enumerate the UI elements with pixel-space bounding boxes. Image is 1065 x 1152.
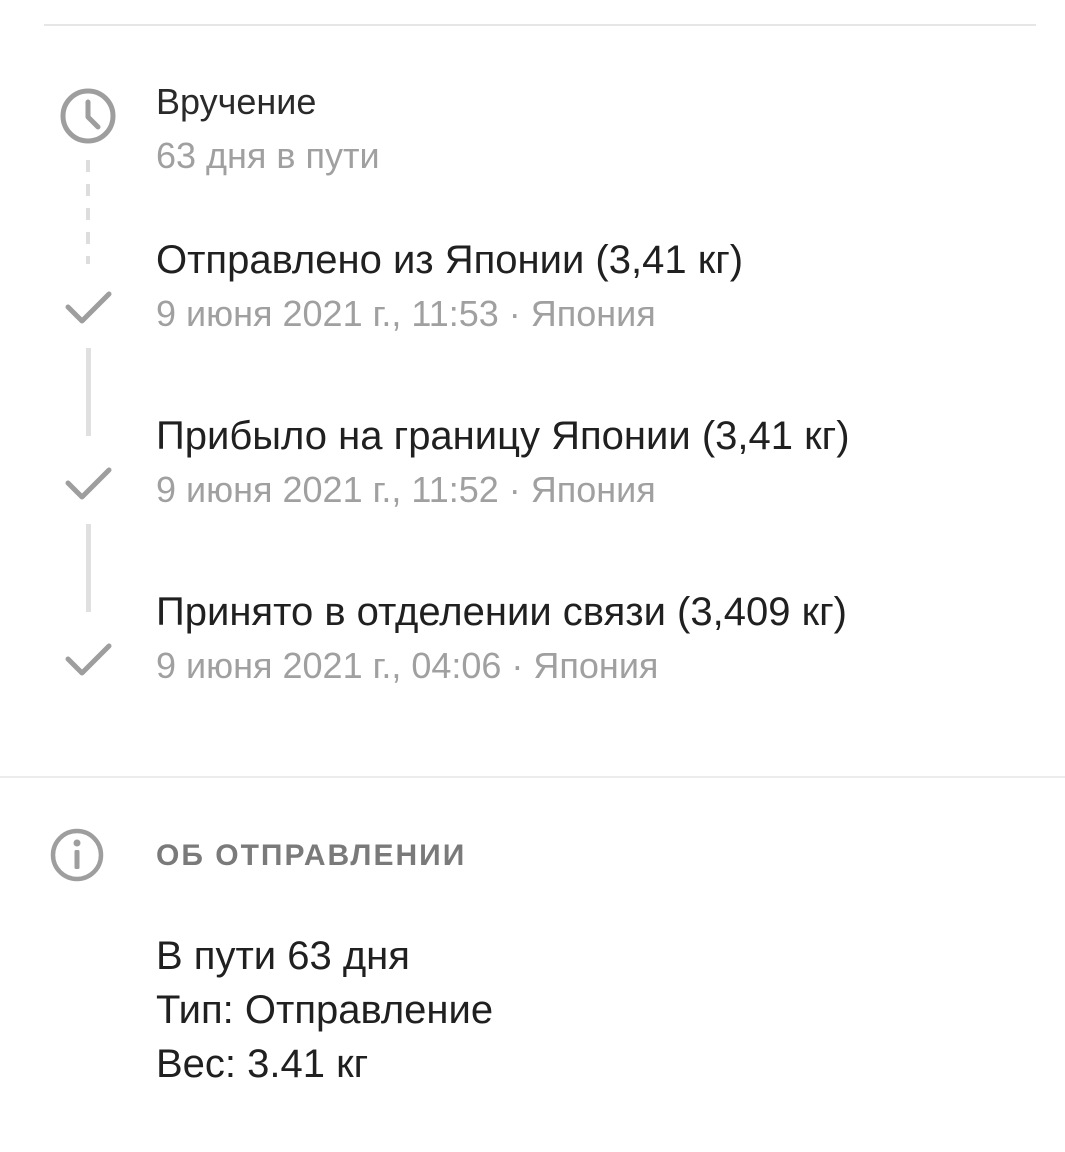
event-subtitle: 9 июня 2021 г., 11:53 · Япония (156, 293, 656, 334)
section-divider (0, 776, 1065, 778)
timeline-connector-dashed (86, 160, 90, 264)
info-weight: Вес: 3.41 кг (156, 1042, 369, 1086)
check-icon (65, 643, 112, 676)
top-divider (44, 24, 1036, 26)
event-subtitle: 9 июня 2021 г., 11:52 · Япония (156, 469, 656, 510)
clock-icon (60, 88, 116, 144)
event-title: Вручение (156, 81, 317, 122)
info-transit-days: В пути 63 дня (156, 934, 410, 978)
timeline-connector (86, 348, 91, 436)
event-subtitle: 9 июня 2021 г., 04:06 · Япония (156, 645, 659, 686)
event-title: Принято в отделении связи (3,409 кг) (156, 590, 847, 634)
timeline-connector (86, 524, 91, 612)
event-title: Отправлено из Японии (3,41 кг) (156, 238, 744, 282)
section-heading: ОБ ОТПРАВЛЕНИИ (156, 839, 467, 872)
event-subtitle: 63 дня в пути (156, 135, 380, 176)
info-icon (50, 828, 104, 882)
check-icon (65, 291, 112, 324)
event-title: Прибыло на границу Японии (3,41 кг) (156, 414, 850, 458)
info-type: Тип: Отправление (156, 988, 494, 1032)
check-icon (65, 467, 112, 500)
